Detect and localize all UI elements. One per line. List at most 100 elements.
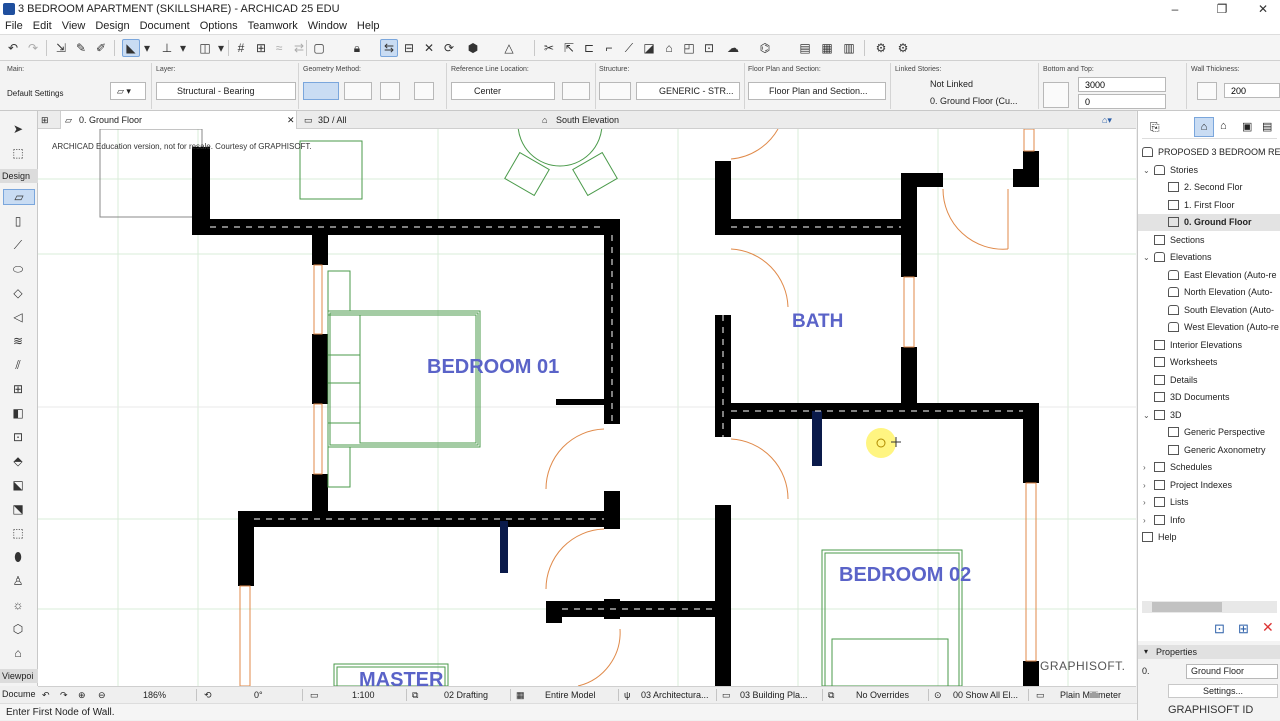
navigator-item[interactable]: PROPOSED 3 BEDROOM RE [1138, 144, 1280, 161]
flip-reference-icon[interactable] [562, 82, 590, 100]
navigator-item[interactable]: › Project Indexes [1138, 477, 1280, 494]
grid-snap-icon[interactable]: # [232, 39, 250, 57]
wall-tool-icon[interactable]: ▱ [3, 189, 35, 205]
composite-dropdown[interactable]: GENERIC - STR... [636, 82, 740, 100]
navigator-item[interactable]: › Lists [1138, 494, 1280, 511]
menu-help[interactable]: Help [352, 20, 385, 32]
redo-view-icon[interactable]: ↷ [60, 687, 68, 703]
renovation-filter-value[interactable]: 00 Show All El... [953, 687, 1018, 703]
menu-design[interactable]: Design [90, 20, 134, 32]
navigator-item[interactable]: 0. Ground Floor [1138, 214, 1280, 231]
layout-book-icon[interactable]: ▣ [1242, 120, 1252, 133]
chevron-down-icon[interactable]: ▾ [216, 39, 226, 57]
fillet-icon[interactable]: ⌐ [600, 39, 618, 57]
layer-combination-value[interactable]: 02 Drafting [444, 687, 488, 703]
chevron-right-icon[interactable]: › [1143, 494, 1146, 511]
navigator-item[interactable]: Interior Elevations [1138, 337, 1280, 354]
layer-settings-icon[interactable]: ▢ [310, 39, 328, 57]
bottom-offset-input[interactable] [1078, 94, 1166, 109]
object-tool-icon[interactable]: ⬕ [9, 477, 27, 493]
distribute-icon[interactable]: ✕ [420, 39, 438, 57]
delete-icon[interactable]: ✕ [1262, 619, 1274, 636]
tab-ground-floor[interactable]: ▱ 0. Ground Floor ✕ [60, 111, 297, 129]
top-height-input[interactable] [1078, 77, 1166, 92]
close-window-button[interactable]: ✕ [1246, 0, 1280, 18]
inject-icon[interactable]: ✎ [72, 39, 90, 57]
elevation-icon[interactable]: ▦ [818, 39, 836, 57]
graphisoft-id-link[interactable]: GRAPHISOFT ID [1168, 704, 1253, 716]
view-map-icon[interactable]: ⌂ [1220, 120, 1227, 132]
graphic-override-value[interactable]: No Overrides [856, 687, 909, 703]
suspend-groups-icon[interactable]: ⇆ [380, 39, 398, 57]
redo-icon[interactable]: ↷ [24, 39, 42, 57]
room-label-master[interactable]: MASTER [359, 669, 443, 686]
scale-value[interactable]: 1:100 [352, 687, 375, 703]
teamwork-receive-icon[interactable]: ⚙ [894, 39, 912, 57]
zoom-out-icon[interactable]: ⊖ [98, 687, 106, 703]
top-linked-value[interactable]: Not Linked [930, 79, 973, 89]
menu-options[interactable]: Options [195, 20, 243, 32]
split-icon[interactable]: ✂ [540, 39, 558, 57]
snap-points-icon[interactable]: ◫ [196, 39, 214, 57]
wall-thickness-input[interactable] [1224, 83, 1280, 98]
align-icon[interactable]: ⊟ [400, 39, 418, 57]
undo-view-icon[interactable]: ↶ [42, 687, 50, 703]
settings-icon[interactable]: ⊡ [1214, 621, 1225, 637]
railing-tool-icon[interactable]: ⫽ [9, 357, 27, 373]
navigator-item[interactable]: 3D Documents [1138, 389, 1280, 406]
chevron-down-icon[interactable]: ▾ [142, 39, 152, 57]
home-story-value[interactable]: 0. Ground Floor (Cu... [930, 96, 1018, 106]
pen-set-value[interactable]: 03 Architectura... [641, 687, 709, 703]
straight-wall-icon[interactable] [303, 82, 339, 100]
eyedropper-icon[interactable]: ✐ [92, 39, 110, 57]
snap-guide-icon[interactable]: ◣ [122, 39, 140, 57]
slab-tool-icon[interactable]: ⬭ [9, 261, 27, 277]
figure-tool-icon[interactable]: ♙ [9, 573, 27, 589]
navigator-item[interactable]: West Elevation (Auto-re [1138, 319, 1280, 336]
trace-icon[interactable]: ≈ [270, 39, 288, 57]
chevron-down-icon[interactable]: ⌄ [1143, 249, 1150, 266]
lamp-tool-icon[interactable]: ☼ [9, 597, 27, 613]
publisher-icon[interactable]: ▤ [1262, 120, 1272, 133]
intersect-icon[interactable]: ⊏ [580, 39, 598, 57]
navigator-item[interactable]: South Elevation (Auto- [1138, 302, 1280, 319]
room-label-bedroom-02[interactable]: BEDROOM 02 [839, 564, 971, 587]
navigator-item[interactable]: ⌄ Elevations [1138, 249, 1280, 266]
morph-tool-icon[interactable]: ⬮ [9, 549, 27, 565]
skylight-tool-icon[interactable]: ⬘ [9, 453, 27, 469]
orientation-value[interactable]: 0° [254, 687, 263, 703]
zoom-value[interactable]: 186% [143, 687, 166, 703]
navigator-item[interactable]: Details [1138, 372, 1280, 389]
curtain-wall-tool-icon[interactable]: ⊞ [9, 381, 27, 397]
properties-header[interactable]: ▾ Properties [1138, 645, 1280, 659]
chevron-right-icon[interactable]: › [1143, 512, 1146, 529]
triangle-icon[interactable]: △ [500, 39, 518, 57]
minimize-button[interactable]: – [1158, 0, 1192, 18]
zoom-in-icon[interactable]: ⊕ [78, 687, 86, 703]
design-section-label[interactable]: Design [0, 169, 38, 183]
model-view-value[interactable]: Entire Model [545, 687, 596, 703]
floor-plan-canvas[interactable]: ARCHICAD Education version, not for resa… [38, 129, 1136, 686]
chevron-down-icon[interactable]: ⌄ [1143, 162, 1150, 179]
navigator-item[interactable]: Sections [1138, 232, 1280, 249]
column-tool-icon[interactable]: ▯ [9, 213, 27, 229]
shell-tool-icon[interactable]: ◁ [9, 309, 27, 325]
rotate-icon[interactable]: ⟳ [440, 39, 458, 57]
layout-icon[interactable]: ▥ [840, 39, 858, 57]
rectangle-wall-icon[interactable] [380, 82, 400, 100]
pick-up-icon[interactable]: ⇲ [52, 39, 70, 57]
elevate-icon[interactable]: ◰ [680, 39, 698, 57]
wall-shape-picker[interactable]: ▱ ▾ [110, 82, 146, 100]
adjust-icon[interactable]: ⇱ [560, 39, 578, 57]
section-icon[interactable]: ▤ [796, 39, 814, 57]
settings-button[interactable]: Settings... [1168, 684, 1278, 698]
stair-tool-icon[interactable]: ≋ [9, 333, 27, 349]
navigator-item[interactable]: 2. Second Flor [1138, 179, 1280, 196]
cube-tool-icon[interactable]: ⬡ [9, 621, 27, 637]
floor-plan-dropdown[interactable]: Floor Plan and Section... [748, 82, 886, 100]
door-tool-icon[interactable]: ◧ [9, 405, 27, 421]
menu-view[interactable]: View [57, 20, 91, 32]
cloud-icon[interactable]: ☁ [724, 39, 742, 57]
chevron-down-icon[interactable]: ⌄ [1143, 407, 1150, 424]
room-label-bath[interactable]: BATH [792, 311, 843, 333]
